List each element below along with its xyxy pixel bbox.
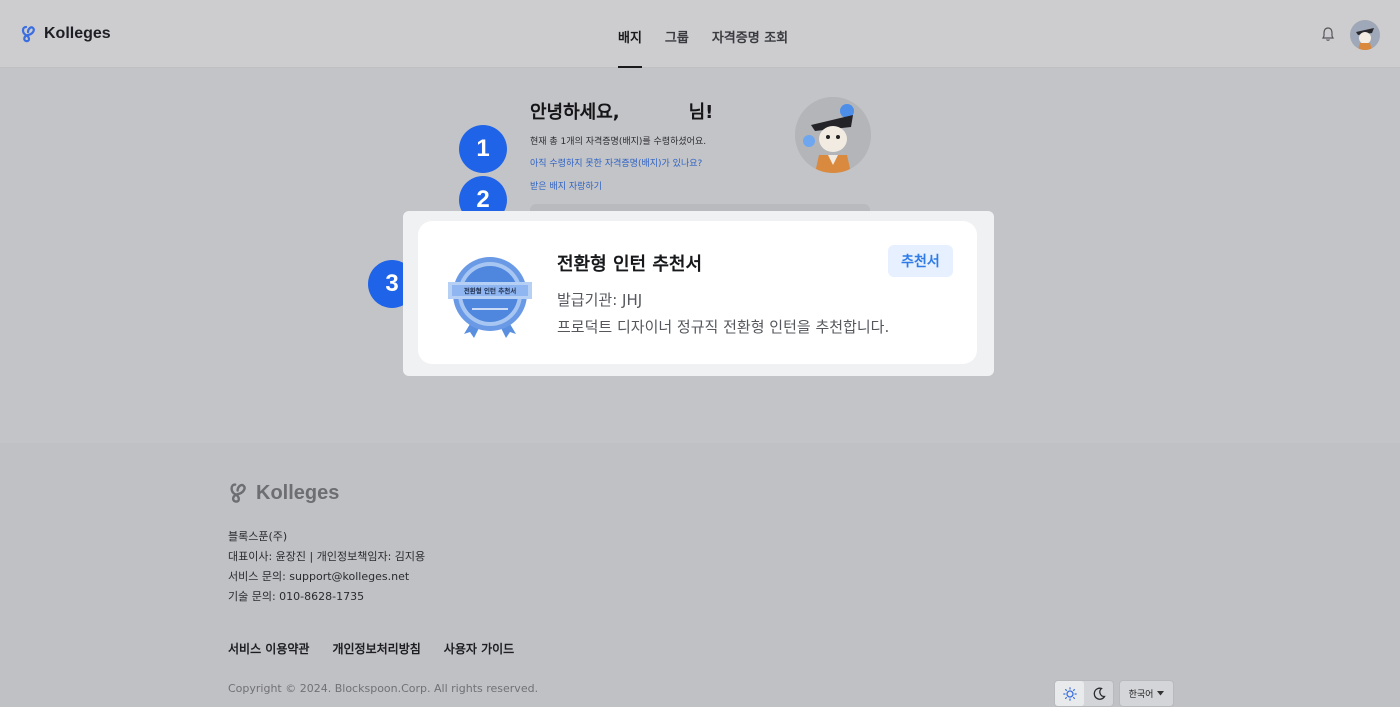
badge-image: 전환형 인턴 추천서 [446, 252, 534, 342]
top-header: Kolleges 배지 그룹 자격증명 조회 [0, 0, 1400, 68]
bell-icon[interactable] [1320, 26, 1336, 42]
tab-credential-lookup[interactable]: 자격증명 조회 [712, 0, 788, 68]
tech-contact: 기술 문의: 010-8628-1735 [228, 590, 365, 603]
caret-down-icon [1157, 691, 1165, 696]
share-badge-link[interactable]: 받은 배지 자랑하기 [530, 179, 602, 192]
greeting: 안녕하세요, 님! [530, 98, 713, 124]
logo[interactable]: Kolleges [20, 24, 111, 44]
sun-icon [1062, 686, 1077, 701]
company-name: 블록스푼(주) [228, 530, 288, 543]
footer-logo: Kolleges [228, 481, 339, 505]
step-marker-1: 1 [459, 125, 507, 173]
privacy-link[interactable]: 개인정보처리방침 [332, 640, 420, 657]
badge-type-tag: 추천서 [888, 245, 953, 277]
representative-info: 대표이사: 윤장진 | 개인정보책임자: 김지용 [228, 550, 426, 563]
dark-mode-button[interactable] [1084, 681, 1113, 706]
language-label: 한국어 [1128, 690, 1154, 700]
tab-badges[interactable]: 배지 [618, 0, 642, 68]
tab-groups[interactable]: 그룹 [665, 0, 689, 68]
theme-toggle [1054, 680, 1114, 707]
logo-text: Kolleges [44, 25, 111, 42]
user-avatar[interactable] [1350, 20, 1380, 50]
greeting-title: 안녕하세요, 님! [530, 102, 714, 123]
avatar-illustration [1350, 20, 1380, 50]
badge-issuer: 발급기관: JHJ [557, 291, 643, 309]
copyright: Copyright © 2024. Blockspoon.Corp. All r… [228, 682, 539, 695]
logo-icon [21, 25, 35, 43]
badge-title: 전환형 인턴 추천서 [557, 254, 703, 275]
profile-avatar [795, 97, 871, 173]
badge-count-text: 현재 총 1개의 자격증명(배지)를 수령하셨어요. [530, 137, 707, 147]
unclaimed-badges-link[interactable]: 아직 수령하지 못한 자격증명(배지)가 있나요? [530, 156, 702, 169]
moon-icon [1093, 687, 1106, 700]
service-contact: 서비스 문의: support@kolleges.net [228, 570, 410, 583]
footer-logo-text: Kolleges [256, 481, 340, 504]
footer-logo-icon [230, 483, 246, 503]
user-guide-link[interactable]: 사용자 가이드 [444, 640, 514, 657]
profile-illustration [795, 97, 871, 173]
badge-ribbon-label: 전환형 인턴 추천서 [464, 286, 516, 295]
main-nav: 배지 그룹 자격증명 조회 [618, 0, 788, 68]
terms-link[interactable]: 서비스 이용약관 [228, 640, 309, 657]
badge-description: 프로덕트 디자이너 정규직 전환형 인턴을 추천합니다. [557, 318, 890, 336]
language-select[interactable]: 한국어 [1119, 680, 1174, 707]
light-mode-button[interactable] [1055, 681, 1084, 706]
footer [0, 443, 1400, 707]
company-info: 블록스푼(주) 대표이사: 윤장진 | 개인정보책임자: 김지용 서비스 문의:… [228, 527, 425, 607]
footer-links: 서비스 이용약관 개인정보처리방침 사용자 가이드 [228, 640, 514, 657]
